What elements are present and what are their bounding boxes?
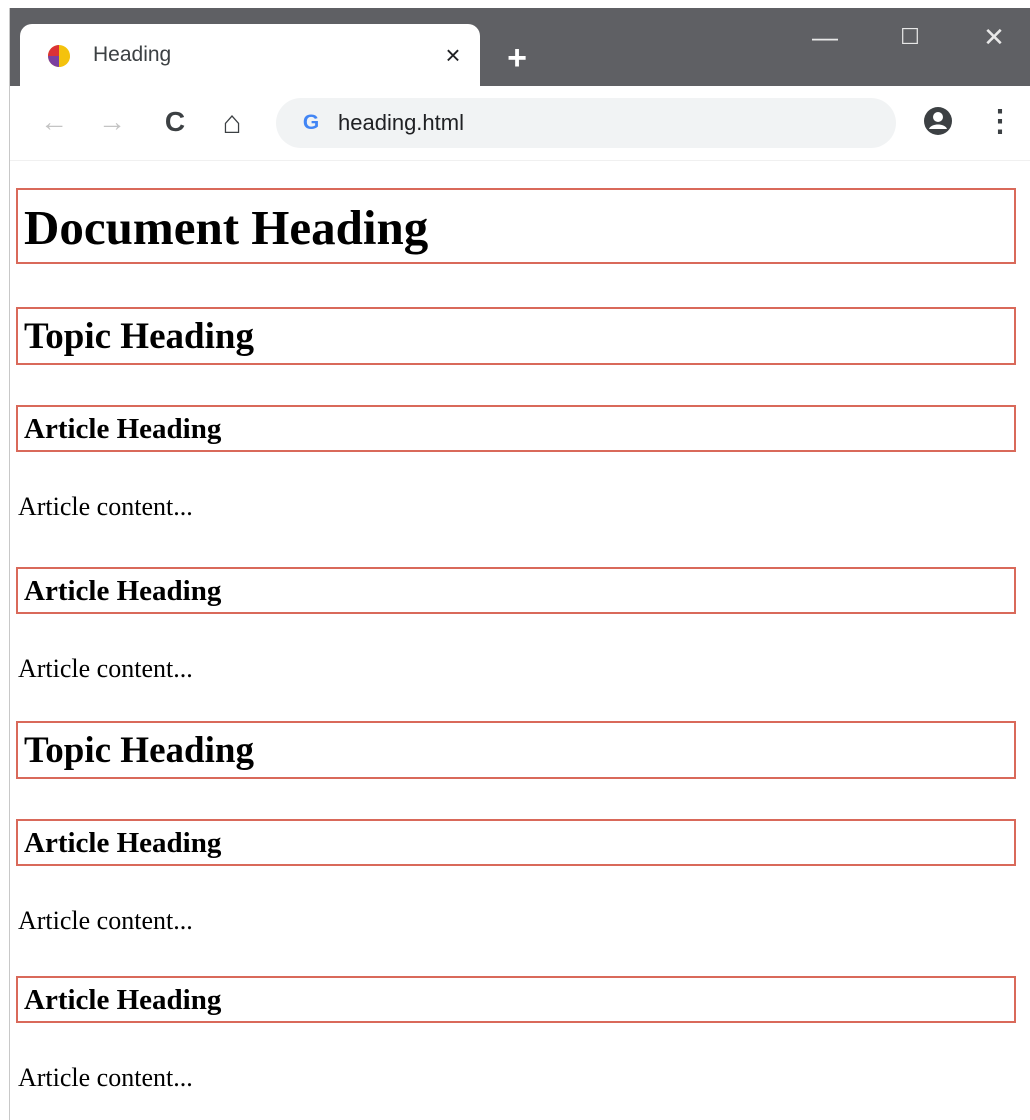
article-content: Article content... (18, 654, 193, 683)
new-tab-button[interactable]: + (500, 41, 534, 75)
topic-heading: Topic Heading (16, 721, 1016, 779)
profile-avatar-icon[interactable] (923, 106, 953, 136)
kebab-menu-icon[interactable]: ⋮ (985, 102, 1015, 142)
article-heading: Article Heading (16, 819, 1016, 866)
article-heading: Article Heading (16, 567, 1016, 614)
topic-heading: Topic Heading (16, 307, 1016, 365)
google-icon: G (302, 111, 320, 134)
forward-arrow-icon[interactable]: → (92, 102, 132, 142)
tab-title: Heading (93, 43, 172, 66)
globe-favicon-icon (48, 45, 70, 67)
document-heading: Document Heading (16, 188, 1016, 264)
minimize-button[interactable]: — (805, 20, 845, 54)
browser-tab[interactable]: Heading × (20, 24, 480, 86)
home-icon[interactable]: ⌂ (212, 102, 252, 142)
article-heading: Article Heading (16, 405, 1016, 452)
tab-close-icon[interactable]: × (438, 40, 468, 70)
article-content: Article content... (18, 492, 193, 521)
url-text[interactable]: heading.html (338, 108, 464, 138)
page-content: Document Heading Topic Heading Article H… (16, 188, 1016, 1093)
title-bar: Heading × + — ☐ ✕ (10, 8, 1030, 86)
back-arrow-icon[interactable]: ← (34, 102, 74, 142)
article-content: Article content... (18, 1063, 193, 1092)
article-heading: Article Heading (16, 976, 1016, 1023)
browser-toolbar: ← → C ⌂ G heading.html ⋮ (10, 86, 1030, 161)
maximize-button[interactable]: ☐ (890, 20, 930, 54)
close-window-button[interactable]: ✕ (974, 20, 1014, 54)
reload-icon[interactable]: C (155, 102, 195, 142)
address-bar[interactable]: G heading.html (276, 98, 896, 148)
article-content: Article content... (18, 906, 193, 935)
